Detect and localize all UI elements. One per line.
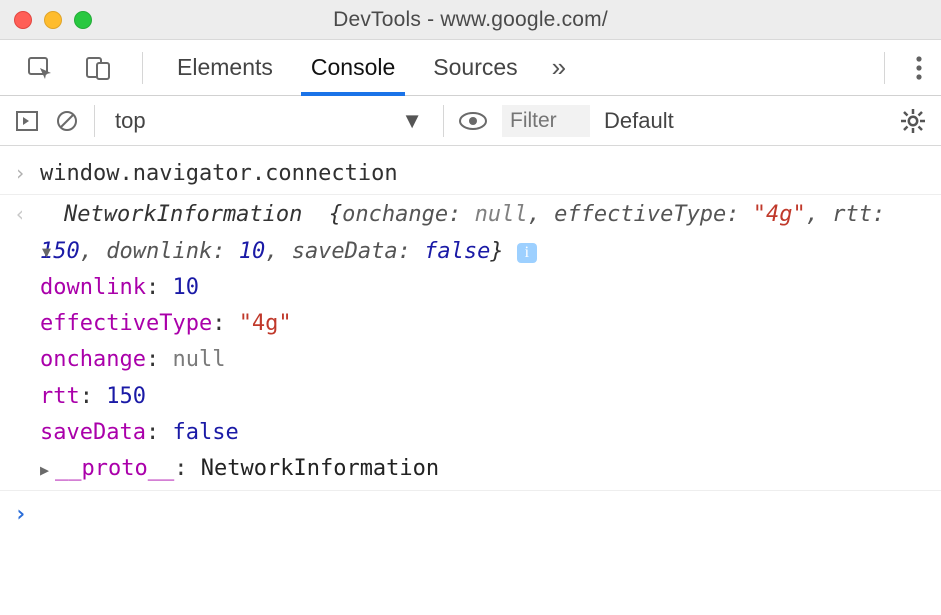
output-marker-icon (14, 197, 40, 487)
window-title: DevTools - www.google.com/ (333, 8, 608, 32)
console-input-text: window.navigator.connection (40, 156, 927, 192)
console-output: window.navigator.connection ▼ NetworkInf… (0, 146, 941, 539)
separator (142, 52, 143, 84)
property-row[interactable]: onchange: null (40, 342, 927, 378)
object-properties: downlink: 10 effectiveType: "4g" onchang… (40, 239, 927, 488)
prompt-marker-icon (14, 497, 40, 533)
object-type-name: NetworkInformation (64, 202, 302, 227)
inspect-element-icon[interactable] (26, 54, 54, 82)
toggle-drawer-icon[interactable] (14, 108, 40, 134)
clear-console-icon[interactable] (54, 108, 80, 134)
console-toolbar: top ▼ Default (0, 96, 941, 146)
execution-context-label: top (115, 108, 146, 134)
window-controls (14, 11, 92, 29)
property-row[interactable]: effectiveType: "4g" (40, 306, 927, 342)
kebab-menu-icon[interactable] (915, 55, 923, 81)
execution-context-selector[interactable]: top ▼ (109, 106, 429, 136)
result-object: ▼ NetworkInformation {onchange: null, ef… (40, 197, 927, 487)
device-toolbar-icon[interactable] (84, 54, 112, 82)
chevron-down-icon: ▼ (401, 108, 423, 134)
close-window-button[interactable] (14, 11, 32, 29)
info-badge-icon[interactable]: i (517, 243, 537, 263)
separator (443, 105, 444, 137)
tab-sources[interactable]: Sources (429, 54, 521, 81)
panel-tabs: Elements Console Sources » (0, 40, 941, 96)
console-prompt[interactable] (0, 490, 941, 535)
console-output-row[interactable]: ▼ NetworkInformation {onchange: null, ef… (0, 195, 941, 489)
separator (94, 105, 95, 137)
input-marker-icon (14, 156, 40, 192)
filter-input[interactable] (502, 105, 590, 137)
tab-elements[interactable]: Elements (173, 54, 277, 81)
separator (884, 52, 885, 84)
more-tabs-icon[interactable]: » (552, 52, 566, 83)
console-input-row: window.navigator.connection (0, 154, 941, 195)
expand-proto-icon[interactable]: ▶ (40, 461, 49, 479)
property-row[interactable]: saveData: false (40, 415, 927, 451)
property-row[interactable]: rtt: 150 (40, 379, 927, 415)
proto-row[interactable]: ▶__proto__: NetworkInformation (40, 451, 927, 487)
live-expression-icon[interactable] (458, 110, 488, 132)
property-row[interactable]: downlink: 10 (40, 270, 927, 306)
object-summary[interactable]: ▼ NetworkInformation {onchange: null, ef… (40, 202, 885, 263)
console-settings-icon[interactable] (899, 107, 927, 135)
minimize-window-button[interactable] (44, 11, 62, 29)
titlebar: DevTools - www.google.com/ (0, 0, 941, 40)
zoom-window-button[interactable] (74, 11, 92, 29)
log-level-selector[interactable]: Default (604, 108, 674, 134)
expand-toggle-icon[interactable]: ▼ (42, 240, 51, 265)
tab-console[interactable]: Console (307, 54, 399, 81)
